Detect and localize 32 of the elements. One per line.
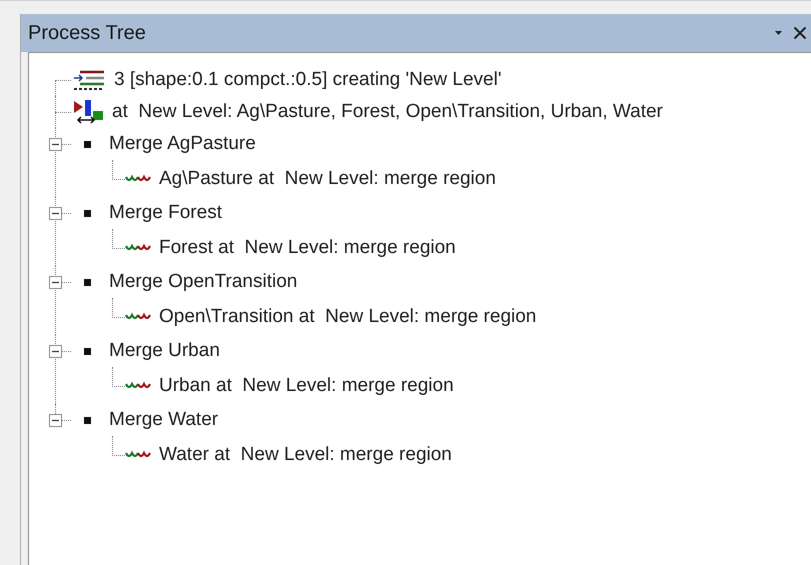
- loops-icon: [125, 450, 151, 460]
- loops-icon: [125, 380, 151, 390]
- loops-icon: [125, 174, 151, 184]
- collapse-toggle[interactable]: [49, 207, 62, 220]
- tree-item[interactable]: Merge Forest: [109, 202, 222, 224]
- collapse-toggle[interactable]: [49, 345, 62, 358]
- square-bullet-icon: [84, 348, 91, 354]
- tree-item[interactable]: Merge Water: [109, 409, 218, 431]
- tree-item[interactable]: Merge AgPasture: [109, 133, 256, 155]
- loops-icon: [125, 242, 151, 252]
- tree-item[interactable]: Water at New Level: merge region: [159, 444, 452, 466]
- collapse-toggle[interactable]: [49, 276, 62, 289]
- tree-item[interactable]: Open\Transition at New Level: merge region: [159, 306, 536, 328]
- square-bullet-icon: [84, 140, 91, 148]
- tree-item[interactable]: Forest at New Level: merge region: [159, 236, 456, 258]
- dropdown-icon[interactable]: [774, 30, 783, 36]
- tree-item[interactable]: Merge Urban: [109, 340, 220, 362]
- collapse-toggle[interactable]: [49, 414, 62, 427]
- tree-item[interactable]: Merge OpenTransition: [109, 271, 298, 293]
- square-bullet-icon: [84, 416, 91, 424]
- close-icon[interactable]: [793, 26, 807, 40]
- square-bullet-icon: [84, 278, 91, 286]
- square-bullet-icon: [84, 210, 91, 216]
- tree-item[interactable]: Urban at New Level: merge region: [159, 374, 454, 396]
- loops-icon: [125, 312, 151, 322]
- list-lines-icon: [72, 70, 106, 90]
- tree-item[interactable]: 3 [shape:0.1 compct.:0.5] creating 'New Level': [114, 69, 502, 91]
- tree-item[interactable]: Ag\Pasture at New Level: merge region: [159, 168, 496, 190]
- bars-arrow-icon: [72, 100, 104, 124]
- collapse-toggle[interactable]: [49, 138, 62, 151]
- tree-item[interactable]: at New Level: Ag\Pasture, Forest, Open\Transition, Urban, Water: [112, 101, 663, 123]
- panel-title: Process Tree: [28, 22, 146, 44]
